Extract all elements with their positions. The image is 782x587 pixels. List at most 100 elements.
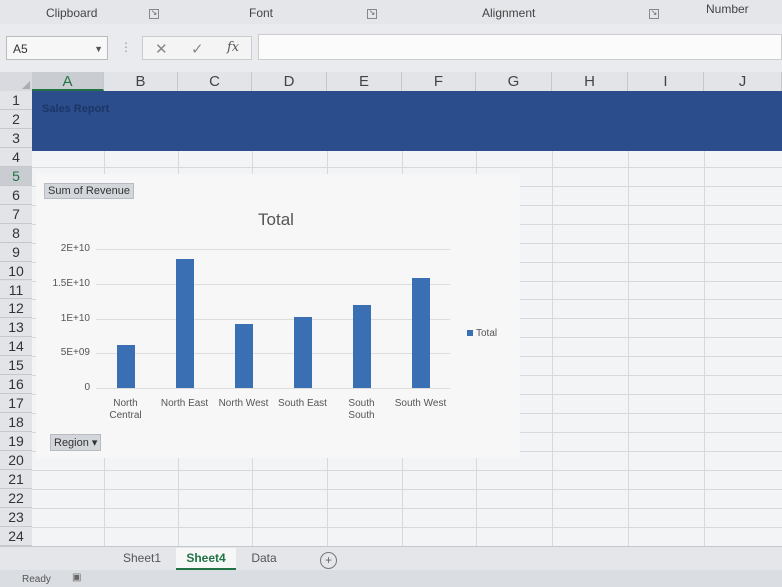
column-header-d[interactable]: D [252, 72, 327, 91]
row-header-23[interactable]: 23 [0, 507, 32, 527]
formula-input[interactable] [258, 34, 782, 60]
formula-actions: ✕ ✓ fx [142, 36, 252, 60]
row-header-21[interactable]: 21 [0, 470, 32, 489]
clipboard-launcher-icon[interactable]: ↘ [149, 9, 159, 19]
alignment-launcher-icon[interactable]: ↘ [649, 9, 659, 19]
tab-sheet4[interactable]: Sheet4 [176, 548, 236, 570]
row-header-4[interactable]: 4 [0, 147, 32, 167]
row-header-11[interactable]: 11 [0, 280, 32, 300]
bar-north-west[interactable] [234, 324, 253, 388]
ribbon-group-clipboard[interactable]: Clipboard [46, 6, 97, 20]
ribbon-group-alignment[interactable]: Alignment [482, 6, 535, 20]
row-header-2[interactable]: 2 [0, 109, 32, 129]
column-header-j[interactable]: J [704, 72, 782, 91]
report-title[interactable]: Sales Report [42, 103, 109, 115]
pivot-value-field-button[interactable]: Sum of Revenue [44, 183, 134, 199]
formula-bar-grip-icon: ⋮ [120, 40, 132, 54]
y-tick-label: 2E+10 [60, 243, 90, 254]
column-header-f[interactable]: F [402, 72, 476, 91]
bar-north-central[interactable] [116, 344, 135, 388]
bar-south-west[interactable] [411, 278, 430, 388]
column-header-c[interactable]: C [178, 72, 252, 91]
row-gridline [32, 507, 782, 509]
column-header-i[interactable]: I [628, 72, 704, 91]
x-category-label-line: North [113, 398, 138, 409]
row-header-5[interactable]: 5 [0, 166, 32, 186]
add-sheet-icon[interactable]: + [320, 552, 337, 569]
row-header-18[interactable]: 18 [0, 413, 32, 433]
x-category-label: South East [271, 398, 335, 410]
row-header-13[interactable]: 13 [0, 318, 32, 338]
x-category-label-line: North East [160, 398, 209, 409]
row-gridline [32, 166, 782, 168]
tab-sheet1[interactable]: Sheet1 [116, 548, 168, 568]
chart-gridline [96, 318, 450, 320]
ribbon-group-number[interactable]: Number [706, 2, 749, 16]
x-category-label-line: North West [218, 398, 269, 409]
bar-south-south[interactable] [352, 304, 371, 388]
legend-label: Total [476, 328, 498, 339]
column-gridline [704, 91, 705, 546]
y-tick-label: 1E+10 [60, 312, 90, 324]
cancel-icon[interactable]: ✕ [155, 40, 168, 58]
bar-south-east[interactable] [293, 317, 312, 388]
report-banner[interactable] [32, 91, 782, 151]
row-header-22[interactable]: 22 [0, 488, 32, 508]
row-header-15[interactable]: 15 [0, 356, 32, 376]
pivot-axis-field-button[interactable]: Region ▾ [50, 434, 102, 451]
row-header-24[interactable]: 24 [0, 526, 32, 546]
x-category-label: South South [330, 398, 394, 422]
chevron-down-icon[interactable]: ▼ [94, 37, 103, 61]
row-gridline [32, 488, 782, 490]
row-header-6[interactable]: 6 [0, 185, 32, 205]
row-header-19[interactable]: 19 [0, 432, 32, 452]
insert-function-icon[interactable]: fx [227, 40, 239, 55]
row-header-10[interactable]: 10 [0, 261, 32, 281]
x-category-label-line: South West [394, 398, 447, 409]
x-category-label: North East [153, 398, 217, 410]
x-category-label: South West [389, 398, 453, 410]
x-category-label: North West [212, 398, 276, 410]
row-header-8[interactable]: 8 [0, 223, 32, 243]
chart-legend: Total [467, 328, 497, 339]
enter-icon[interactable]: ✓ [191, 40, 204, 58]
x-category-label: North Central [94, 398, 158, 422]
x-category-label-line: South [348, 398, 375, 409]
column-gridline [552, 91, 553, 546]
macro-record-icon[interactable]: ▣ [72, 572, 81, 583]
row-header-17[interactable]: 17 [0, 394, 32, 414]
row-header-7[interactable]: 7 [0, 204, 32, 224]
y-tick-label: 1.5E+10 [52, 277, 90, 289]
column-gridline [628, 91, 629, 546]
ribbon: Clipboard ↘ Font ↘ Alignment ↘ Number [0, 0, 782, 25]
legend-swatch [467, 330, 473, 336]
row-header-14[interactable]: 14 [0, 337, 32, 357]
chart-gridline [96, 283, 450, 285]
column-header-g[interactable]: G [476, 72, 552, 91]
row-header-16[interactable]: 16 [0, 375, 32, 395]
chart-gridline [96, 249, 450, 250]
bar-north-east[interactable] [175, 259, 194, 388]
row-header-9[interactable]: 9 [0, 242, 32, 262]
ribbon-group-font[interactable]: Font [249, 6, 273, 20]
chart-gridline [96, 353, 450, 355]
row-header-12[interactable]: 12 [0, 299, 32, 319]
column-header-b[interactable]: B [104, 72, 178, 91]
tab-data[interactable]: Data [240, 548, 288, 568]
row-header-1[interactable]: 1 [0, 91, 32, 110]
column-header-h[interactable]: H [552, 72, 628, 91]
status-bar [0, 570, 782, 587]
row-gridline [32, 526, 782, 528]
row-header-20[interactable]: 20 [0, 451, 32, 470]
column-header-a[interactable]: A [32, 72, 104, 91]
row-header-3[interactable]: 3 [0, 128, 32, 148]
row-gridline [32, 470, 782, 471]
name-box-value: A5 [13, 42, 28, 56]
select-all-corner[interactable] [0, 72, 32, 91]
y-tick-label: 0 [84, 382, 90, 393]
column-header-e[interactable]: E [327, 72, 402, 91]
name-box[interactable]: A5 ▼ [6, 36, 108, 60]
y-tick-label: 5E+09 [60, 347, 90, 359]
font-launcher-icon[interactable]: ↘ [367, 9, 377, 19]
x-category-label-line: South [348, 410, 375, 421]
